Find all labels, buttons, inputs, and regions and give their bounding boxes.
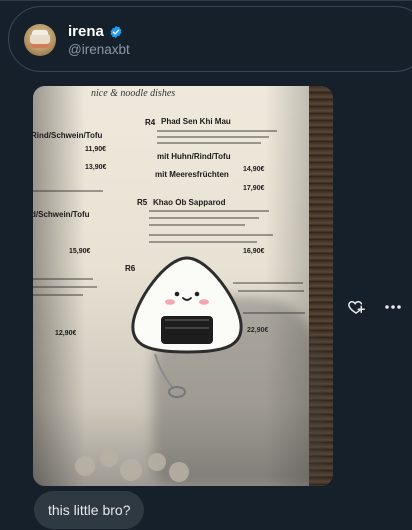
avatar[interactable] (24, 24, 56, 56)
menu-text-line (149, 210, 269, 212)
menu-text-line (157, 142, 261, 144)
menu-left-price: 11,90€ (85, 146, 107, 153)
menu-dish-r5: Khao Ob Sapparod (153, 198, 226, 207)
menu-code-r4: R4 (145, 118, 156, 127)
menu-text-line (238, 290, 304, 292)
menu-text-line (149, 234, 273, 236)
message-bubble[interactable]: this little bro? (34, 491, 145, 529)
menu-text-line (149, 224, 245, 226)
menu-dish-r4: Phad Sen Khi Mau (161, 117, 231, 126)
menu-dish-seafood: mit Meeresfrüchten (155, 170, 229, 179)
menu-text-line (33, 190, 103, 192)
menu-text-line (33, 294, 83, 296)
menu-text-line (157, 130, 277, 132)
menu-text-line (33, 278, 93, 280)
author-handle: @irenaxbt (68, 42, 130, 57)
menu-left-item: Rind/Schwein/Tofu (33, 131, 103, 140)
onigiri-keychain (131, 256, 243, 398)
menu-price-seafood: 17,90€ (243, 185, 265, 192)
avatar-cake-image (30, 30, 50, 48)
menu-section-heading: nice & noodle dishes (91, 88, 176, 99)
heart-plus-icon[interactable] (347, 298, 365, 316)
menu-text-line (33, 286, 97, 288)
menu-left-price: 12,90€ (55, 330, 77, 337)
menu-floral-pattern (75, 449, 189, 482)
message-photo[interactable]: nice & noodle dishes R4 Phad Sen Khi Mau… (33, 86, 333, 486)
verified-badge-icon (110, 25, 122, 39)
top-divider (0, 0, 412, 1)
menu-text-line (157, 136, 269, 138)
more-icon[interactable] (383, 298, 403, 316)
menu-text-line (149, 217, 259, 219)
menu-text-line (149, 241, 257, 243)
menu-code-r5: R5 (137, 198, 148, 207)
menu-left-item: d/Schwein/Tofu (33, 210, 90, 219)
menu-variant-r4: mit Huhn/Rind/Tofu (157, 152, 231, 161)
menu-left-price: 15,90€ (69, 248, 91, 255)
author-name[interactable]: irena (68, 23, 104, 40)
menu-left-price: 13,90€ (85, 164, 107, 171)
menu-price-r4: 14,90€ (243, 166, 265, 173)
